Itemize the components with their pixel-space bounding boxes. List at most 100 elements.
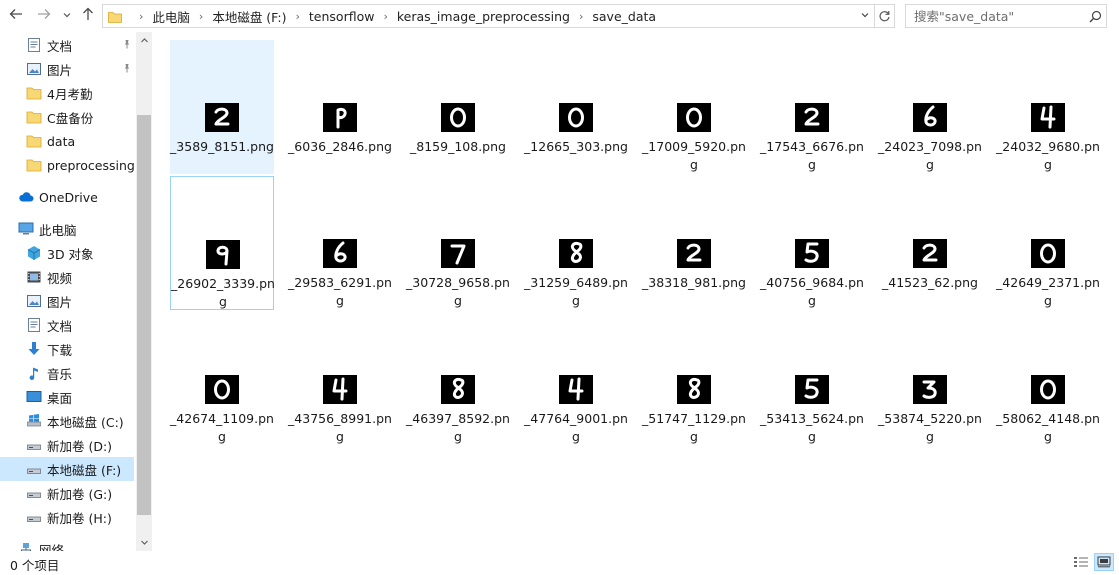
sidebar-item[interactable]: OneDrive <box>0 185 136 209</box>
up-button[interactable] <box>78 5 98 27</box>
sidebar-item[interactable]: 本地磁盘 (C:) <box>0 409 136 433</box>
large-icons-view-button[interactable] <box>1094 553 1114 571</box>
file-item[interactable]: _42674_1109.png <box>170 312 274 446</box>
sidebar-item[interactable]: preprocessing <box>0 153 136 177</box>
file-list[interactable]: _3589_8151.png _6036_2846.png _8159_108.pn… <box>152 32 1119 551</box>
sidebar-item[interactable]: 视频 <box>0 265 136 289</box>
scrollbar-thumb[interactable] <box>137 115 151 515</box>
sidebar-item[interactable]: 本地磁盘 (F:) <box>0 457 134 481</box>
address-history-button[interactable] <box>856 10 874 23</box>
file-item[interactable]: _40756_9684.png <box>760 176 864 310</box>
sidebar-item[interactable]: 桌面 <box>0 385 136 409</box>
chevron-right-icon[interactable]: › <box>579 10 583 23</box>
sidebar-item[interactable]: 4月考勤 <box>0 81 136 105</box>
file-item[interactable]: _41523_62.png <box>878 176 982 310</box>
scroll-up-button[interactable] <box>136 32 152 49</box>
forward-button[interactable] <box>34 5 54 27</box>
videos-icon <box>26 269 42 285</box>
search-box[interactable] <box>905 4 1107 28</box>
file-item[interactable]: _46397_8592.png <box>406 312 510 446</box>
sidebar-item-label: preprocessing <box>47 157 135 173</box>
search-input[interactable] <box>906 5 1084 27</box>
file-name: _46397_8592.png <box>406 411 510 444</box>
file-item[interactable]: _47764_9001.png <box>524 312 628 446</box>
file-name: _8159_108.png <box>410 139 506 154</box>
address-bar[interactable]: › 此电脑 › 本地磁盘 (F:) › tensorflow › keras_i… <box>102 4 895 28</box>
file-item[interactable]: _42649_2371.png <box>996 176 1100 310</box>
sidebar-item-label: 网络 <box>39 542 65 552</box>
navigation-pane-scrollbar[interactable] <box>136 32 152 551</box>
sidebar-item-label: 下载 <box>47 342 73 358</box>
breadcrumb-save-data[interactable]: save_data <box>592 9 656 24</box>
breadcrumb-drive-f[interactable]: 本地磁盘 (F:) <box>212 7 286 26</box>
sidebar-item[interactable]: 图片 <box>0 289 136 313</box>
sidebar-item[interactable]: 新加卷 (H:) <box>0 505 136 529</box>
folder-icon <box>108 11 122 23</box>
file-item[interactable]: _29583_6291.png <box>288 176 392 310</box>
chevron-right-icon[interactable]: › <box>199 10 203 23</box>
sidebar-item[interactable]: C盘备份 <box>0 105 136 129</box>
png-thumbnail <box>677 239 711 268</box>
file-name: _58062_4148.png <box>996 411 1100 444</box>
breadcrumb-this-pc[interactable]: 此电脑 <box>152 7 190 26</box>
png-thumbnail <box>205 375 239 404</box>
file-item[interactable]: _17009_5920.png <box>642 40 746 174</box>
file-item[interactable]: _8159_108.png <box>406 40 510 174</box>
file-item[interactable]: _24032_9680.png <box>996 40 1100 174</box>
network-icon <box>18 541 34 551</box>
sidebar-item[interactable]: 下载 <box>0 337 136 361</box>
breadcrumb-tensorflow[interactable]: tensorflow <box>309 9 375 24</box>
sidebar-item[interactable]: 此电脑 <box>0 217 136 241</box>
file-name: _42649_2371.png <box>996 275 1100 308</box>
pin-icon <box>122 39 132 52</box>
sidebar-item[interactable]: 网络 <box>0 537 136 551</box>
sidebar-item[interactable]: 新加卷 (G:) <box>0 481 136 505</box>
file-item[interactable]: _53413_5624.png <box>760 312 864 446</box>
file-item[interactable]: _31259_6489.png <box>524 176 628 310</box>
file-item[interactable]: _43756_8991.png <box>288 312 392 446</box>
file-name: _24032_9680.png <box>996 139 1100 172</box>
file-item[interactable]: _24023_7098.png <box>878 40 982 174</box>
details-view-button[interactable] <box>1071 553 1091 571</box>
file-item[interactable]: _30728_9658.png <box>406 176 510 310</box>
breadcrumb-keras-image-preprocessing[interactable]: keras_image_preprocessing <box>397 9 570 24</box>
sidebar-item[interactable]: data <box>0 129 136 153</box>
chevron-down-icon <box>140 540 148 545</box>
file-item[interactable]: _51747_1129.png <box>642 312 746 446</box>
sidebar-item[interactable]: 文档 <box>0 33 136 57</box>
file-item[interactable]: _17543_6676.png <box>760 40 864 174</box>
pin-icon <box>122 63 132 76</box>
png-thumbnail <box>559 239 593 268</box>
png-thumbnail <box>677 103 711 132</box>
chevron-right-icon[interactable]: › <box>139 10 143 23</box>
sidebar-item[interactable]: 3D 对象 <box>0 241 136 265</box>
file-item[interactable]: _38318_981.png <box>642 176 746 310</box>
chevron-right-icon[interactable]: › <box>296 10 300 23</box>
sidebar-item[interactable]: 文档 <box>0 313 136 337</box>
documents-icon <box>26 37 42 53</box>
sidebar-item[interactable]: 图片 <box>0 57 136 81</box>
back-button[interactable] <box>6 5 26 27</box>
png-thumbnail <box>795 103 829 132</box>
recent-locations-button[interactable] <box>59 5 75 27</box>
file-item[interactable]: _53874_5220.png <box>878 312 982 446</box>
file-item[interactable]: _3589_8151.png <box>170 40 274 174</box>
sidebar-item-label: 新加卷 (D:) <box>47 438 113 454</box>
chevron-right-icon[interactable]: › <box>383 10 387 23</box>
file-item[interactable]: _12665_303.png <box>524 40 628 174</box>
search-icon[interactable] <box>1084 10 1106 23</box>
pictures-icon <box>26 293 42 309</box>
3d-objects-icon <box>26 245 42 261</box>
png-thumbnail <box>795 375 829 404</box>
sidebar-item[interactable]: 音乐 <box>0 361 136 385</box>
file-item[interactable]: _58062_4148.png <box>996 312 1100 446</box>
sidebar-item-label: 文档 <box>47 318 73 334</box>
refresh-button[interactable] <box>874 5 894 27</box>
file-name: _51747_1129.png <box>642 411 746 444</box>
file-item[interactable]: _6036_2846.png <box>288 40 392 174</box>
sidebar-item[interactable]: 新加卷 (D:) <box>0 433 136 457</box>
arrow-right-icon <box>37 7 51 25</box>
file-item[interactable]: _26902_3339.png <box>170 176 275 310</box>
scroll-down-button[interactable] <box>136 534 152 551</box>
desktop-icon <box>26 389 42 405</box>
